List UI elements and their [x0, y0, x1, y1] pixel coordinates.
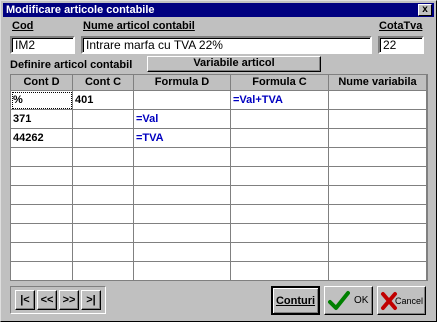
- grid-cell-cont-d[interactable]: [11, 224, 73, 243]
- grid-cell-formula-d[interactable]: [134, 91, 231, 110]
- record-navigator: |< << >> >|: [10, 286, 106, 314]
- grid-cell-nume-variabila[interactable]: [329, 224, 427, 243]
- grid-cell-cont-d[interactable]: [11, 262, 73, 281]
- grid-cell-formula-c[interactable]: [231, 205, 329, 224]
- nume-input[interactable]: Intrare marfa cu TVA 22%: [81, 36, 372, 54]
- grid-cell-formula-c[interactable]: [231, 243, 329, 262]
- last-record-button[interactable]: >|: [81, 290, 101, 310]
- grid-cell-formula-c[interactable]: [231, 129, 329, 148]
- grid-cell-cont-c[interactable]: 401: [73, 91, 134, 110]
- grid-cell-cont-c[interactable]: [73, 224, 134, 243]
- grid-cell-nume-variabila[interactable]: [329, 91, 427, 110]
- grid-cell-formula-d[interactable]: [134, 148, 231, 167]
- window-title: Modificare articole contabile: [6, 4, 155, 16]
- grid-cell-formula-d[interactable]: [134, 262, 231, 281]
- column-header-cont-c: Cont C: [73, 75, 134, 91]
- grid-cell-cont-c[interactable]: [73, 129, 134, 148]
- column-header-cont-d: Cont D: [11, 75, 73, 91]
- grid-cell-formula-d[interactable]: [134, 205, 231, 224]
- conturi-button-label: Conturi: [275, 295, 316, 307]
- grid-cell-cont-d[interactable]: [11, 243, 73, 262]
- grid-cell-formula-c[interactable]: [231, 262, 329, 281]
- cancel-button-label: Cancel: [395, 296, 424, 306]
- nume-label: Nume articol contabil: [83, 20, 195, 32]
- grid-cell-cont-d[interactable]: [11, 205, 73, 224]
- grid-cell-nume-variabila[interactable]: [329, 129, 427, 148]
- checkmark-icon: [328, 291, 350, 310]
- grid-cell-nume-variabila[interactable]: [329, 205, 427, 224]
- grid-cell-nume-variabila[interactable]: [329, 262, 427, 281]
- grid-cell-nume-variabila[interactable]: [329, 167, 427, 186]
- previous-record-button[interactable]: <<: [37, 290, 57, 310]
- grid-cell-cont-d[interactable]: 371: [11, 110, 73, 129]
- grid-cell-formula-c[interactable]: [231, 148, 329, 167]
- grid-cell-cont-d[interactable]: 44262: [11, 129, 73, 148]
- title-bar: Modificare articole contabile x: [3, 3, 434, 17]
- grid-cell-formula-d[interactable]: [134, 243, 231, 262]
- grid-cell-nume-variabila[interactable]: [329, 243, 427, 262]
- grid-cell-nume-variabila[interactable]: [329, 148, 427, 167]
- ok-button-label: OK: [354, 295, 369, 306]
- grid-cell-formula-d[interactable]: [134, 224, 231, 243]
- grid-cell-formula-d[interactable]: [134, 186, 231, 205]
- first-record-button[interactable]: |<: [15, 290, 35, 310]
- grid-header: Cont D Cont C Formula D Formula C Nume varia…: [11, 75, 427, 91]
- grid-cell-formula-d[interactable]: =TVA: [134, 129, 231, 148]
- grid-cell-cont-d[interactable]: [11, 148, 73, 167]
- grid-cell-cont-c[interactable]: [73, 205, 134, 224]
- grid-cell-formula-c[interactable]: [231, 186, 329, 205]
- column-header-formula-c: Formula C: [231, 75, 329, 91]
- column-header-nume-variabila: Nume variabila: [329, 75, 427, 91]
- grid-cell-cont-c[interactable]: [73, 148, 134, 167]
- cancel-button[interactable]: Cancel: [377, 286, 426, 315]
- dialog-window: Modificare articole contabile x Cod Nume…: [0, 0, 437, 322]
- grid-cell-cont-d[interactable]: [11, 186, 73, 205]
- grid-cell-formula-c[interactable]: [231, 224, 329, 243]
- grid-cell-formula-c[interactable]: =Val+TVA: [231, 91, 329, 110]
- grid-cell-formula-c[interactable]: [231, 110, 329, 129]
- cod-label: Cod: [12, 20, 34, 32]
- tab-variabile-articol[interactable]: Variabile articol: [147, 56, 321, 72]
- tab-definire-articol[interactable]: Definire articol contabil: [10, 59, 132, 71]
- grid-cell-formula-d[interactable]: =Val: [134, 110, 231, 129]
- cota-label: CotaTva: [379, 20, 423, 32]
- cod-input[interactable]: IM2: [10, 36, 75, 54]
- grid-cell-nume-variabila[interactable]: [329, 110, 427, 129]
- cota-tva-input[interactable]: 22: [378, 36, 424, 54]
- ok-button[interactable]: OK: [324, 286, 373, 315]
- column-header-formula-d: Formula D: [134, 75, 231, 91]
- grid-cell-formula-c[interactable]: [231, 167, 329, 186]
- next-record-button[interactable]: >>: [59, 290, 79, 310]
- grid-cell-formula-d[interactable]: [134, 167, 231, 186]
- articles-grid: Cont D Cont C Formula D Formula C Nume varia…: [10, 74, 428, 281]
- grid-cell-cont-c[interactable]: [73, 262, 134, 281]
- grid-cell-cont-c[interactable]: [73, 167, 134, 186]
- grid-cell-cont-d[interactable]: %: [11, 91, 73, 110]
- grid-cell-cont-c[interactable]: [73, 110, 134, 129]
- close-button[interactable]: x: [418, 4, 432, 16]
- grid-cell-cont-d[interactable]: [11, 167, 73, 186]
- conturi-button[interactable]: Conturi: [271, 286, 320, 315]
- grid-cell-cont-c[interactable]: [73, 186, 134, 205]
- grid-cell-cont-c[interactable]: [73, 243, 134, 262]
- grid-cell-nume-variabila[interactable]: [329, 186, 427, 205]
